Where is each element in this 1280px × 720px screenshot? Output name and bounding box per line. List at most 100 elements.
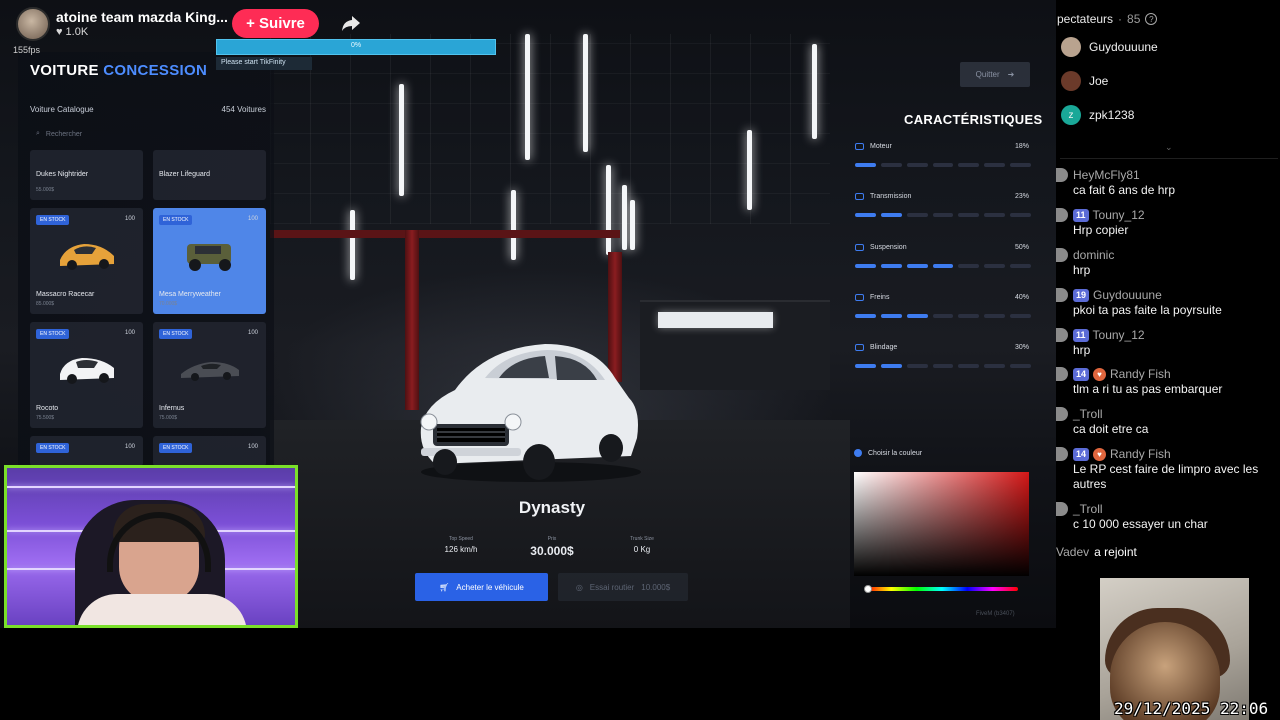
stock-count: 100 <box>247 330 258 336</box>
stat-icon <box>855 193 864 200</box>
hue-slider-handle[interactable] <box>864 585 872 593</box>
stat-bar-segment <box>958 264 980 268</box>
trunk-label: Trunk Size <box>630 536 654 542</box>
share-icon[interactable] <box>340 12 362 34</box>
chat-username[interactable]: Randy Fish <box>1110 447 1171 462</box>
test-drive-button[interactable]: ◎ Essai routier 10.000$ <box>558 573 688 601</box>
level-badge: 14 <box>1073 448 1090 461</box>
color-picker-area[interactable] <box>854 472 1029 576</box>
hue-slider[interactable] <box>866 587 1018 591</box>
car-card[interactable]: EN STOCK 100 <box>30 436 143 466</box>
viewers-header: pectateurs · 85 ? <box>1057 12 1158 26</box>
car-price: 70.000$ <box>159 301 178 307</box>
cart-icon: 🛒︎ <box>439 582 450 592</box>
ceiling-light <box>747 130 752 210</box>
chat-username[interactable]: Touny_12 <box>1093 328 1145 343</box>
chat-message-header: 11 Touny_12 <box>1056 208 1278 223</box>
streamer-shirt <box>77 594 247 625</box>
viewer-item[interactable]: Guydouuune <box>1061 37 1158 57</box>
top-speed-value: 126 km/h <box>444 545 478 554</box>
buy-label: Acheter le véhicule <box>456 582 524 592</box>
chat-message[interactable]: _Troll c 10 000 essayer un char <box>1056 502 1278 532</box>
stock-count: 100 <box>247 444 258 450</box>
stat-label: Transmission <box>855 193 1031 200</box>
stat-label: Moteur <box>855 143 1031 150</box>
stat-bar-segment <box>855 163 876 167</box>
chat-message-header: HeyMcFly81 <box>1056 168 1278 183</box>
stat-bar-segment <box>958 213 980 217</box>
streamer-avatar[interactable] <box>16 7 50 41</box>
car-name: Blazer Lifeguard <box>159 171 210 178</box>
chat-username[interactable]: HeyMcFly81 <box>1073 168 1140 183</box>
test-drive-label: Essai routier <box>589 582 635 592</box>
chat-message[interactable]: _Troll ca doit etre ca <box>1056 407 1278 437</box>
title-part-1: VOITURE <box>30 62 99 79</box>
ceiling-light <box>583 34 588 152</box>
stock-count: 100 <box>247 216 258 222</box>
search-input[interactable]: ⌕ Rechercher <box>30 126 266 142</box>
chat-username[interactable]: _Troll <box>1073 407 1103 422</box>
chat-username[interactable]: Randy Fish <box>1110 367 1171 382</box>
fivem-build-tag: FiveM (b3407) <box>976 611 1015 617</box>
fan-heart-icon: ♥ <box>1093 448 1107 461</box>
car-card-selected[interactable]: EN STOCK 100 Mesa Merryweather 70.000$ <box>153 208 266 314</box>
stats-title: CARACTÉRISTIQUES <box>904 112 1043 127</box>
chat-username[interactable]: dominic <box>1073 248 1114 263</box>
viewer-item[interactable]: Joe <box>1061 71 1108 91</box>
stream-title[interactable]: atoine team mazda King... <box>56 9 228 25</box>
buy-vehicle-button[interactable]: 🛒︎ Acheter le véhicule <box>415 573 548 601</box>
ceiling-light <box>525 34 530 160</box>
test-drive-price: 10.000$ <box>641 582 671 592</box>
chat-username[interactable]: _Troll <box>1073 502 1103 517</box>
stock-count: 100 <box>124 444 135 450</box>
stat-4: Blindage 30% <box>855 344 1031 368</box>
catalog-panel: VOITURE CONCESSION Voiture Catalogue 454… <box>18 52 274 472</box>
follow-button[interactable]: + Suivre <box>232 9 319 38</box>
chat-message[interactable]: 11 Touny_12 Hrp copier <box>1056 208 1278 238</box>
color-dot-icon <box>854 449 862 457</box>
chat-message[interactable]: HeyMcFly81 ca fait 6 ans de hrp <box>1056 168 1278 198</box>
stat-label: Freins <box>855 294 1031 301</box>
stat-bar <box>855 314 1031 318</box>
chat-message[interactable]: 14 ♥ Randy Fish tlm a ri tu as pas embarque… <box>1056 367 1278 397</box>
tikfinity-note: Please start TikFinity <box>216 57 312 70</box>
car-card[interactable]: Blazer Lifeguard <box>153 150 266 200</box>
vehicle-preview[interactable] <box>415 338 643 484</box>
stat-bar-segment <box>906 213 928 217</box>
stat-bar-segment <box>932 163 954 167</box>
dealership-title: VOITURE CONCESSION <box>30 62 207 79</box>
chevron-down-icon[interactable]: ⌄ <box>1165 142 1174 152</box>
car-card[interactable]: EN STOCK 100 Infernus 75.000$ <box>153 322 266 428</box>
quit-button[interactable]: Quitter ➜ <box>960 62 1030 87</box>
stat-bar-segment <box>855 314 876 318</box>
car-lift-beam <box>270 230 620 238</box>
car-card[interactable]: EN STOCK 100 Massacro Racecar 85.000$ <box>30 208 143 314</box>
chat-username[interactable]: Touny_12 <box>1093 208 1145 223</box>
stat-bar-segment <box>984 314 1006 318</box>
chat-username[interactable]: Guydouuune <box>1093 288 1162 303</box>
viewer-item[interactable]: z zpk1238 <box>1061 105 1134 125</box>
chat-message[interactable]: 19 Guydouuune pkoi ta pas faite la poyrsui… <box>1056 288 1278 318</box>
trunk-spec: Trunk Size 0 Kg <box>607 536 677 554</box>
viewer-avatar: z <box>1061 105 1081 125</box>
stat-3: Freins 40% <box>855 294 1031 318</box>
help-icon[interactable]: ? <box>1145 13 1158 25</box>
car-name: Massacro Racecar <box>36 291 95 298</box>
stat-icon <box>855 344 864 351</box>
chat-message[interactable]: 14 ♥ Randy Fish Le RP cest faire de limpro … <box>1056 447 1278 492</box>
stat-bar-segment <box>880 163 902 167</box>
stat-label-text: Freins <box>870 294 890 301</box>
chat-message[interactable]: dominic hrp <box>1056 248 1278 278</box>
stat-bar-segment <box>855 264 876 268</box>
viewer-name: Guydouuune <box>1089 40 1158 54</box>
car-card[interactable]: Dukes Nightrider 55.000$ <box>30 150 143 200</box>
stat-bar <box>855 213 1031 217</box>
chat-message[interactable]: 11 Touny_12 hrp <box>1056 328 1278 358</box>
ceiling-light <box>812 44 817 139</box>
car-price: 75.000$ <box>159 415 178 421</box>
stat-bar-segment <box>958 364 980 368</box>
price-label: Prix <box>547 536 557 542</box>
car-card[interactable]: EN STOCK 100 <box>153 436 266 466</box>
car-card[interactable]: EN STOCK 100 Rocoto 75.500$ <box>30 322 143 428</box>
price-value: 30.000$ <box>530 544 574 558</box>
